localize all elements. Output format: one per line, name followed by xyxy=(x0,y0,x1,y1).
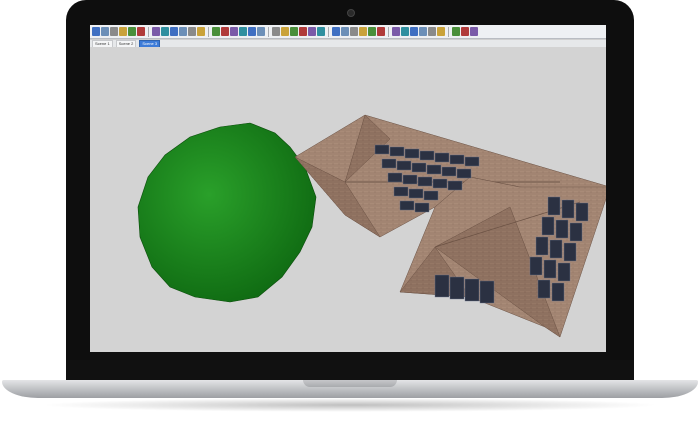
compass-icon[interactable] xyxy=(461,27,469,36)
wireframe-icon[interactable] xyxy=(308,27,316,36)
warehouse-icon[interactable] xyxy=(377,27,385,36)
outliner-icon[interactable] xyxy=(410,27,418,36)
left-view-icon[interactable] xyxy=(290,27,298,36)
iso-view-icon[interactable] xyxy=(239,27,247,36)
toolbar-separator xyxy=(388,26,389,37)
styles-icon[interactable] xyxy=(428,27,436,36)
fog-icon[interactable] xyxy=(368,27,376,36)
eraser-icon[interactable] xyxy=(110,27,118,36)
screen-bezel-bottom xyxy=(66,360,634,382)
component-icon[interactable] xyxy=(179,27,187,36)
solar-panel-icon[interactable] xyxy=(437,27,445,36)
webcam-icon xyxy=(347,9,355,17)
materials-icon[interactable] xyxy=(419,27,427,36)
scene-tab[interactable]: Scene 1 xyxy=(92,40,113,47)
monochrome-icon[interactable] xyxy=(350,27,358,36)
right-view-icon[interactable] xyxy=(272,27,280,36)
tree-model[interactable] xyxy=(137,122,317,303)
pan-icon[interactable] xyxy=(152,27,160,36)
paint-bucket-icon[interactable] xyxy=(119,27,127,36)
front-view-icon[interactable] xyxy=(257,27,265,36)
textured-icon[interactable] xyxy=(341,27,349,36)
select-icon[interactable] xyxy=(92,27,100,36)
toolbar-separator xyxy=(208,26,209,37)
main-toolbar xyxy=(90,25,606,39)
extension-icon[interactable] xyxy=(392,27,400,36)
laptop-notch xyxy=(303,380,397,387)
zoom-icon[interactable] xyxy=(161,27,169,36)
push-pull-icon[interactable] xyxy=(128,27,136,36)
orbit-icon[interactable] xyxy=(137,27,145,36)
back-view-icon[interactable] xyxy=(281,27,289,36)
hidden-line-icon[interactable] xyxy=(317,27,325,36)
laptop-shadow xyxy=(40,398,660,412)
shadows-icon[interactable] xyxy=(359,27,367,36)
top-view-icon[interactable] xyxy=(248,27,256,36)
scene-tab[interactable]: Scene 2 xyxy=(115,40,137,47)
toolbar-separator xyxy=(148,26,149,37)
toolbar-separator xyxy=(268,26,269,37)
sun-icon[interactable] xyxy=(452,27,460,36)
shaded-icon[interactable] xyxy=(332,27,340,36)
pencil-icon[interactable] xyxy=(101,27,109,36)
layers-icon[interactable] xyxy=(401,27,409,36)
toolbar-separator xyxy=(328,26,329,37)
3d-viewport[interactable] xyxy=(90,47,606,352)
section-plane-icon[interactable] xyxy=(230,27,238,36)
model-canvas[interactable] xyxy=(90,47,606,352)
camera-icon[interactable] xyxy=(197,27,205,36)
app-screen: Scene 1 Scene 2 Scene 3 xyxy=(90,25,606,352)
scene-tabs-bar: Scene 1 Scene 2 Scene 3 xyxy=(90,40,606,47)
look-around-icon[interactable] xyxy=(221,27,229,36)
settings-icon[interactable] xyxy=(470,27,478,36)
walk-icon[interactable] xyxy=(212,27,220,36)
zoom-extents-icon[interactable] xyxy=(170,27,178,36)
toolbar-separator xyxy=(448,26,449,37)
scene-tab[interactable]: Scene 3 xyxy=(139,40,161,47)
group-icon[interactable] xyxy=(188,27,196,36)
xray-icon[interactable] xyxy=(299,27,307,36)
